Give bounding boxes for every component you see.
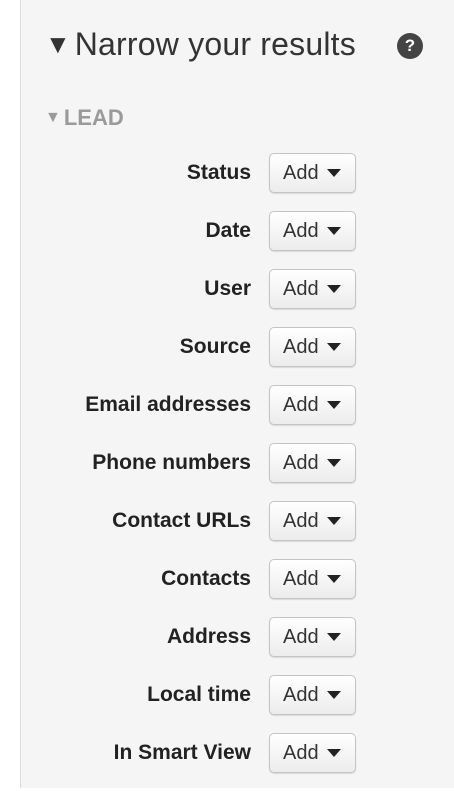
filter-label: In Smart View (113, 741, 251, 764)
filter-row-source: Source Add (21, 327, 454, 385)
add-status-button[interactable]: Add (269, 153, 356, 193)
add-local-time-button[interactable]: Add (269, 675, 356, 715)
filter-row-user: User Add (21, 269, 454, 327)
add-button-label: Add (283, 567, 319, 590)
section-title: LEAD (63, 105, 124, 130)
add-user-button[interactable]: Add (269, 269, 356, 309)
add-button-label: Add (283, 277, 319, 300)
add-button-label: Add (283, 161, 319, 184)
filter-panel: ▼ Narrow your results ? ▼ LEAD Status Ad… (20, 0, 454, 788)
filter-label: User (204, 277, 251, 300)
panel-header[interactable]: ▼ Narrow your results (45, 24, 356, 64)
filter-label: Email addresses (85, 393, 251, 416)
add-phone-numbers-button[interactable]: Add (269, 443, 356, 483)
add-date-button[interactable]: Add (269, 211, 356, 251)
add-contacts-button[interactable]: Add (269, 559, 356, 599)
dropdown-caret-icon (326, 169, 341, 177)
filter-row-email-addresses: Email addresses Add (21, 385, 454, 443)
dropdown-caret-icon (326, 227, 341, 235)
add-source-button[interactable]: Add (269, 327, 356, 367)
add-button-label: Add (283, 683, 319, 706)
section-caret-icon: ▼ (45, 109, 61, 126)
filter-row-in-smart-view: In Smart View Add (21, 733, 454, 791)
add-button-label: Add (283, 393, 319, 416)
dropdown-caret-icon (326, 401, 341, 409)
filter-row-date: Date Add (21, 211, 454, 269)
dropdown-caret-icon (326, 517, 341, 525)
filter-list: Status Add Date Add User Add Source Add (21, 153, 454, 791)
dropdown-caret-icon (326, 285, 341, 293)
add-contact-urls-button[interactable]: Add (269, 501, 356, 541)
filter-label: Phone numbers (92, 451, 251, 474)
filter-row-local-time: Local time Add (21, 675, 454, 733)
dropdown-caret-icon (326, 633, 341, 641)
section-lead-toggle[interactable]: ▼ LEAD (45, 104, 124, 132)
add-button-label: Add (283, 219, 319, 242)
filter-row-status: Status Add (21, 153, 454, 211)
filter-row-phone-numbers: Phone numbers Add (21, 443, 454, 501)
add-button-label: Add (283, 625, 319, 648)
add-button-label: Add (283, 509, 319, 532)
add-in-smart-view-button[interactable]: Add (269, 733, 356, 773)
filter-label: Date (205, 219, 251, 242)
filter-row-address: Address Add (21, 617, 454, 675)
collapse-caret-icon[interactable]: ▼ (45, 24, 71, 64)
filter-label: Address (166, 625, 251, 648)
filter-label: Status (186, 161, 251, 184)
dropdown-caret-icon (326, 343, 341, 351)
dropdown-caret-icon (326, 459, 341, 467)
filter-label: Local time (147, 683, 251, 706)
add-email-addresses-button[interactable]: Add (269, 385, 356, 425)
add-button-label: Add (283, 741, 319, 764)
add-button-label: Add (283, 451, 319, 474)
help-icon[interactable]: ? (397, 33, 423, 59)
filter-label: Contact URLs (112, 509, 251, 532)
filter-label: Contacts (161, 567, 251, 590)
dropdown-caret-icon (326, 575, 341, 583)
filter-row-contact-urls: Contact URLs Add (21, 501, 454, 559)
filter-label: Source (179, 335, 251, 358)
add-button-label: Add (283, 335, 319, 358)
panel-title: Narrow your results (74, 26, 356, 62)
add-address-button[interactable]: Add (269, 617, 356, 657)
filter-row-contacts: Contacts Add (21, 559, 454, 617)
dropdown-caret-icon (326, 749, 341, 757)
dropdown-caret-icon (326, 691, 341, 699)
